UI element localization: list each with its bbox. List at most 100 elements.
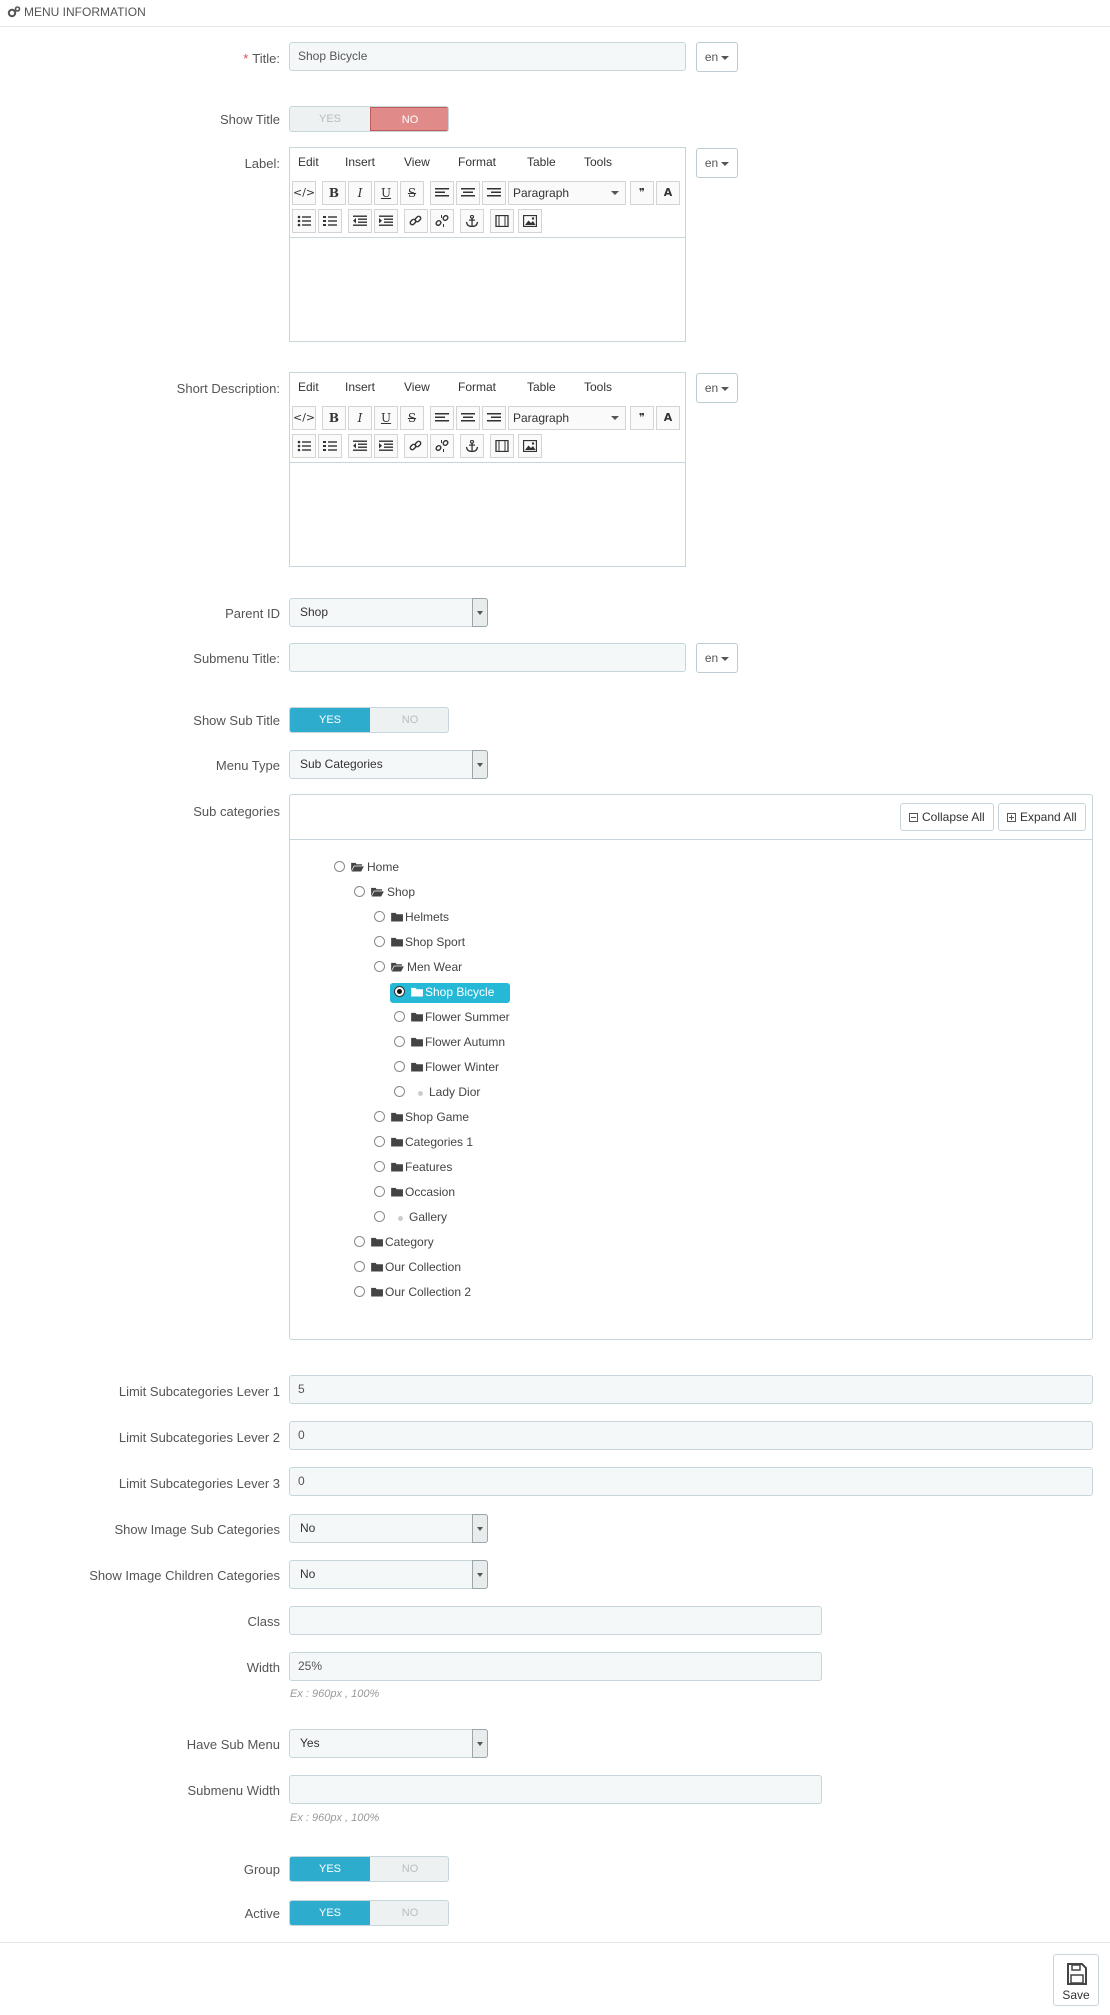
numbered-list-icon[interactable] xyxy=(318,209,342,233)
editor-menu-view[interactable]: View xyxy=(404,155,430,169)
show-sub-title-switch[interactable]: YES NO xyxy=(289,707,449,733)
tree-radio[interactable] xyxy=(394,1061,405,1072)
editor-menu-edit[interactable]: Edit xyxy=(298,380,319,394)
link-icon[interactable] xyxy=(404,209,428,233)
show-image-children-select[interactable]: No xyxy=(289,1560,488,1589)
bold-icon[interactable]: B xyxy=(322,181,346,205)
submenu-title-lang-dropdown[interactable]: en xyxy=(696,643,738,673)
title-lang-dropdown[interactable]: en xyxy=(696,42,738,72)
group-yes[interactable]: YES xyxy=(290,1857,370,1881)
active-yes[interactable]: YES xyxy=(290,1901,370,1925)
anchor-icon[interactable] xyxy=(460,434,484,458)
width-input[interactable]: 25% xyxy=(289,1652,822,1681)
editor-menu-table[interactable]: Table xyxy=(527,380,556,394)
indent-icon[interactable] xyxy=(374,209,398,233)
italic-icon[interactable]: I xyxy=(348,181,372,205)
image-icon[interactable] xyxy=(518,209,542,233)
limit-level-2-input[interactable]: 0 xyxy=(289,1421,1093,1450)
tree-radio[interactable] xyxy=(374,936,385,947)
bullet-list-icon[interactable] xyxy=(292,209,316,233)
align-right-icon[interactable] xyxy=(482,406,506,430)
short-description-lang-dropdown[interactable]: en xyxy=(696,373,738,403)
editor-menu-tools[interactable]: Tools xyxy=(584,155,612,169)
tree-radio[interactable] xyxy=(394,1036,405,1047)
link-icon[interactable] xyxy=(404,434,428,458)
class-input[interactable] xyxy=(289,1606,822,1635)
tree-radio[interactable] xyxy=(334,861,345,872)
have-sub-menu-select[interactable]: Yes xyxy=(289,1729,488,1758)
submenu-title-input[interactable] xyxy=(289,643,686,672)
blockquote-icon[interactable]: ❞ xyxy=(630,181,654,205)
strikethrough-icon[interactable]: S xyxy=(400,181,424,205)
text-color-icon[interactable]: A xyxy=(656,406,680,430)
editor-menu-table[interactable]: Table xyxy=(527,155,556,169)
editor-menu-tools[interactable]: Tools xyxy=(584,380,612,394)
indent-icon[interactable] xyxy=(374,434,398,458)
expand-all-button[interactable]: Expand All xyxy=(998,803,1086,831)
bullet-list-icon[interactable] xyxy=(292,434,316,458)
label-lang-dropdown[interactable]: en xyxy=(696,148,738,178)
collapse-all-button[interactable]: Collapse All xyxy=(900,803,994,831)
parent-id-select[interactable]: Shop xyxy=(289,598,488,627)
strikethrough-icon[interactable]: S xyxy=(400,406,424,430)
underline-icon[interactable]: U xyxy=(374,181,398,205)
blockquote-icon[interactable]: ❞ xyxy=(630,406,654,430)
align-left-icon[interactable] xyxy=(430,181,454,205)
unlink-icon[interactable] xyxy=(430,434,454,458)
underline-icon[interactable]: U xyxy=(374,406,398,430)
source-code-icon[interactable]: </> xyxy=(292,406,316,430)
tree-radio[interactable] xyxy=(354,1261,365,1272)
show-title-switch[interactable]: YES NO xyxy=(289,106,449,132)
title-input[interactable]: Shop Bicycle xyxy=(289,42,686,71)
tree-radio[interactable] xyxy=(394,1086,405,1097)
limit-level-3-input[interactable]: 0 xyxy=(289,1467,1093,1496)
align-center-icon[interactable] xyxy=(456,406,480,430)
tree-radio[interactable] xyxy=(354,886,365,897)
tree-radio[interactable] xyxy=(374,1161,385,1172)
group-no[interactable]: NO xyxy=(370,1857,448,1881)
tree-radio[interactable] xyxy=(374,1211,385,1222)
editor-menu-insert[interactable]: Insert xyxy=(345,380,375,394)
tree-radio[interactable] xyxy=(374,961,385,972)
text-color-icon[interactable]: A xyxy=(656,181,680,205)
show-sub-title-no[interactable]: NO xyxy=(370,708,448,732)
align-right-icon[interactable] xyxy=(482,181,506,205)
numbered-list-icon[interactable] xyxy=(318,434,342,458)
bold-icon[interactable]: B xyxy=(322,406,346,430)
tree-radio[interactable] xyxy=(354,1286,365,1297)
media-icon[interactable] xyxy=(490,209,514,233)
save-button[interactable]: Save xyxy=(1053,1954,1099,2006)
show-title-yes[interactable]: YES xyxy=(290,107,370,131)
format-select[interactable]: Paragraph xyxy=(508,181,626,205)
align-left-icon[interactable] xyxy=(430,406,454,430)
tree-radio[interactable] xyxy=(394,1011,405,1022)
outdent-icon[interactable] xyxy=(348,434,372,458)
tree-radio[interactable] xyxy=(374,1186,385,1197)
format-select[interactable]: Paragraph xyxy=(508,406,626,430)
label-rich-editor[interactable]: Edit Insert View Format Table Tools </> B I U S Par… xyxy=(289,147,686,342)
show-sub-title-yes[interactable]: YES xyxy=(290,708,370,732)
editor-menu-insert[interactable]: Insert xyxy=(345,155,375,169)
editor-content-area[interactable] xyxy=(290,462,685,567)
unlink-icon[interactable] xyxy=(430,209,454,233)
active-no[interactable]: NO xyxy=(370,1901,448,1925)
italic-icon[interactable]: I xyxy=(348,406,372,430)
source-code-icon[interactable]: </> xyxy=(292,181,316,205)
outdent-icon[interactable] xyxy=(348,209,372,233)
editor-menu-format[interactable]: Format xyxy=(458,380,496,394)
submenu-width-input[interactable] xyxy=(289,1775,822,1804)
active-switch[interactable]: YES NO xyxy=(289,1900,449,1926)
image-icon[interactable] xyxy=(518,434,542,458)
editor-content-area[interactable] xyxy=(290,237,685,342)
tree-radio[interactable] xyxy=(374,1111,385,1122)
group-switch[interactable]: YES NO xyxy=(289,1856,449,1882)
tree-radio[interactable] xyxy=(354,1236,365,1247)
tree-radio[interactable] xyxy=(374,911,385,922)
align-center-icon[interactable] xyxy=(456,181,480,205)
short-description-rich-editor[interactable]: Edit Insert View Format Table Tools </> B I U S Par… xyxy=(289,372,686,567)
editor-menu-edit[interactable]: Edit xyxy=(298,155,319,169)
tree-radio[interactable] xyxy=(394,986,405,997)
menu-type-select[interactable]: Sub Categories xyxy=(289,750,488,779)
anchor-icon[interactable] xyxy=(460,209,484,233)
show-title-no[interactable]: NO xyxy=(370,107,448,131)
